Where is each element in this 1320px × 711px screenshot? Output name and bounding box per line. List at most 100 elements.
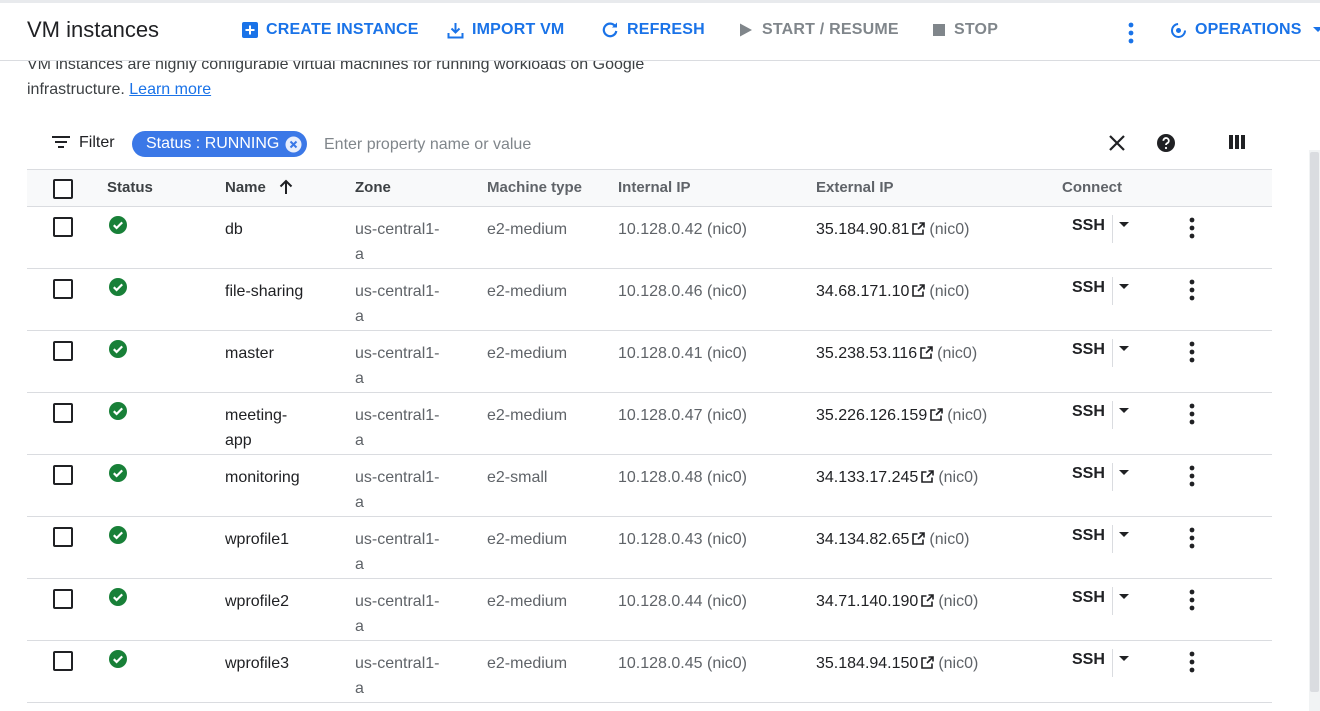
open-in-new-icon[interactable] — [921, 470, 935, 483]
external-ip-link[interactable]: 35.184.94.150 — [816, 655, 918, 672]
ssh-button[interactable]: SSH — [1072, 217, 1105, 235]
select-all-checkbox[interactable] — [53, 179, 73, 199]
instance-name[interactable]: db — [225, 217, 243, 242]
open-in-new-icon[interactable] — [912, 284, 926, 297]
stop-button[interactable]: STOP — [932, 19, 998, 41]
start-resume-button[interactable]: START / RESUME — [738, 19, 899, 41]
external-ip-link[interactable]: 34.68.171.10 — [816, 283, 909, 300]
scrollbar-thumb[interactable] — [1310, 152, 1319, 692]
instance-name[interactable]: monitoring — [225, 465, 300, 490]
table-row[interactable]: master us-central1- a e2-medium 10.128.0.… — [27, 331, 1272, 393]
machine-type: e2-medium — [487, 221, 568, 238]
ssh-button[interactable]: SSH — [1072, 279, 1105, 297]
instance-name[interactable]: wprofile3 — [225, 651, 289, 676]
ssh-dropdown-icon[interactable] — [1118, 221, 1130, 229]
column-zone[interactable]: Zone — [355, 179, 391, 196]
external-ip-link[interactable]: 34.71.140.190 — [816, 593, 918, 610]
row-more-icon[interactable] — [1181, 463, 1203, 489]
remove-chip-icon[interactable] — [285, 136, 302, 153]
open-in-new-icon[interactable] — [920, 346, 933, 359]
row-more-icon[interactable] — [1181, 277, 1203, 303]
filter-list-icon[interactable] — [52, 135, 70, 149]
column-external-ip[interactable]: External IP — [816, 179, 894, 196]
create-instance-button[interactable]: CREATE INSTANCE — [242, 19, 419, 41]
ssh-dropdown-icon[interactable] — [1118, 407, 1130, 415]
page-header: VM instances CREATE INSTANCE IMPORT VM R… — [0, 3, 1320, 61]
row-more-icon[interactable] — [1181, 525, 1203, 551]
row-checkbox[interactable] — [53, 651, 73, 671]
row-checkbox[interactable] — [53, 589, 73, 609]
row-checkbox[interactable] — [53, 465, 73, 485]
zone-line-1: us-central1- — [355, 283, 440, 300]
table-header: Status Name Zone Machine type Internal I… — [27, 169, 1272, 207]
instance-name[interactable]: master — [225, 341, 274, 366]
instance-name[interactable]: meeting-app — [225, 403, 287, 453]
ssh-dropdown-icon[interactable] — [1118, 655, 1130, 663]
column-machine-type[interactable]: Machine type — [487, 179, 582, 196]
column-connect[interactable]: Connect — [1062, 179, 1122, 196]
row-checkbox[interactable] — [53, 279, 73, 299]
external-ip-link[interactable]: 35.184.90.81 — [816, 221, 909, 238]
instance-name[interactable]: wprofile1 — [225, 527, 289, 552]
instance-name[interactable]: wprofile2 — [225, 589, 289, 614]
clear-filter-icon[interactable] — [1108, 134, 1126, 152]
ssh-dropdown-icon[interactable] — [1118, 283, 1130, 291]
table-row[interactable]: db us-central1- a e2-medium 10.128.0.42 (… — [27, 207, 1272, 269]
open-in-new-icon[interactable] — [921, 594, 935, 607]
operations-button[interactable]: OPERATIONS — [1170, 19, 1320, 41]
ssh-button[interactable]: SSH — [1072, 527, 1105, 545]
row-more-icon[interactable] — [1181, 587, 1203, 613]
table-row[interactable]: monitoring us-central1- a e2-small 10.128… — [27, 455, 1272, 517]
instance-name[interactable]: file-sharing — [225, 279, 303, 304]
column-display-icon[interactable] — [1229, 134, 1245, 150]
refresh-button[interactable]: REFRESH — [601, 19, 705, 41]
refresh-icon — [602, 22, 618, 38]
row-more-icon[interactable] — [1181, 649, 1203, 675]
ssh-button[interactable]: SSH — [1072, 651, 1105, 669]
table-row[interactable]: wprofile2 us-central1- a e2-medium 10.128… — [27, 579, 1272, 641]
row-more-icon[interactable] — [1181, 215, 1203, 241]
row-checkbox[interactable] — [53, 341, 73, 361]
table-row[interactable]: wprofile1 us-central1- a e2-medium 10.128… — [27, 517, 1272, 579]
open-in-new-icon[interactable] — [912, 222, 926, 235]
ssh-dropdown-icon[interactable] — [1118, 345, 1130, 353]
open-in-new-icon[interactable] — [921, 656, 935, 669]
open-in-new-icon[interactable] — [930, 408, 944, 421]
row-more-icon[interactable] — [1181, 401, 1203, 427]
column-status[interactable]: Status — [107, 179, 153, 196]
ssh-dropdown-icon[interactable] — [1118, 593, 1130, 601]
ssh-button[interactable]: SSH — [1072, 465, 1105, 483]
ssh-dropdown-icon[interactable] — [1118, 469, 1130, 477]
table-row[interactable]: meeting-app us-central1- a e2-medium 10.1… — [27, 393, 1272, 455]
column-internal-ip[interactable]: Internal IP — [618, 179, 691, 196]
help-icon[interactable] — [1157, 134, 1175, 152]
internal-ip: 10.128.0.41 (nic0) — [618, 341, 747, 366]
more-actions-button[interactable] — [1120, 21, 1142, 45]
import-vm-button[interactable]: IMPORT VM — [447, 19, 564, 41]
filter-label[interactable]: Filter — [79, 134, 115, 152]
operations-icon — [1171, 22, 1186, 38]
table-row[interactable]: wprofile3 us-central1- a e2-medium 10.128… — [27, 641, 1272, 703]
external-ip-link[interactable]: 34.133.17.245 — [816, 469, 918, 486]
ssh-button[interactable]: SSH — [1072, 341, 1105, 359]
row-checkbox[interactable] — [53, 217, 73, 237]
external-ip-link[interactable]: 34.134.82.65 — [816, 531, 909, 548]
open-in-new-icon[interactable] — [912, 532, 926, 545]
row-checkbox[interactable] — [53, 527, 73, 547]
table-row[interactable]: file-sharing us-central1- a e2-medium 10.… — [27, 269, 1272, 331]
machine-type: e2-medium — [487, 655, 568, 672]
ssh-button[interactable]: SSH — [1072, 403, 1105, 421]
filter-input[interactable] — [322, 131, 826, 159]
external-ip-link[interactable]: 35.238.53.116 — [816, 345, 917, 362]
ssh-button[interactable]: SSH — [1072, 589, 1105, 607]
external-ip-link[interactable]: 35.226.126.159 — [816, 407, 927, 424]
learn-more-link[interactable]: Learn more — [129, 81, 211, 98]
row-checkbox[interactable] — [53, 403, 73, 423]
internal-nic: (nic0) — [706, 407, 747, 424]
row-more-icon[interactable] — [1181, 339, 1203, 365]
column-name[interactable]: Name — [225, 179, 293, 196]
arrow-up-icon — [279, 179, 293, 194]
ssh-dropdown-icon[interactable] — [1118, 531, 1130, 539]
status-filter-chip[interactable]: Status : RUNNING — [132, 131, 308, 157]
internal-ip-value: 10.128.0.44 — [618, 593, 703, 610]
